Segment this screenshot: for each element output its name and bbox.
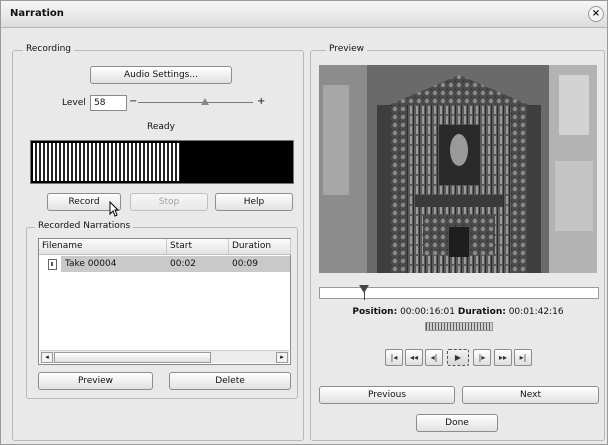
narration-dialog: Narration × Recording Audio Settings... … [0,0,608,445]
audio-level-fill [33,143,180,181]
stop-button[interactable]: Stop [130,193,208,211]
preview-audio-level [425,322,493,331]
duration-value: 00:01:42:16 [508,307,564,317]
status-text: Ready [147,122,175,132]
slider-plus: + [257,96,266,107]
cell-duration: 00:09 [232,259,258,269]
scroll-left-icon[interactable]: ◂ [41,352,53,363]
recorded-narrations-label: Recorded Narrations [35,221,134,231]
preview-group-label: Preview [326,44,368,54]
skip-end-icon[interactable]: ▸| [514,349,532,366]
fast-forward-icon[interactable]: ▸▸ [494,349,512,366]
title-bar: Narration × [1,1,607,28]
next-button[interactable]: Next [462,386,599,404]
timeline-slider[interactable] [319,285,599,300]
level-label: Level [62,98,86,108]
scroll-right-icon[interactable]: ▸ [276,352,288,363]
window-title: Narration [10,8,64,19]
slider-minus: − [129,96,138,107]
video-preview [319,65,597,273]
position-label: Position: [352,307,398,317]
play-icon[interactable]: ▶ [447,349,469,366]
delete-button[interactable]: Delete [169,372,291,390]
cell-start: 00:02 [170,259,196,269]
scroll-thumb[interactable] [54,352,211,363]
done-button[interactable]: Done [416,414,498,432]
narrations-list[interactable]: Filename Start Duration Take 00004 00:02… [38,238,291,365]
step-forward-icon[interactable]: |▸ [473,349,491,366]
level-slider-thumb[interactable] [200,98,209,105]
rewind-icon[interactable]: ◂◂ [405,349,423,366]
position-readout: Position: 00:00:16:01 Duration: 00:01:42… [319,307,597,317]
previous-button[interactable]: Previous [319,386,455,404]
column-header-duration[interactable]: Duration [229,239,291,255]
column-header-start[interactable]: Start [167,239,229,255]
preview-narration-button[interactable]: Preview [38,372,153,390]
close-button[interactable]: × [588,6,604,22]
help-button[interactable]: Help [215,193,293,211]
level-slider-track[interactable] [138,102,253,103]
audio-settings-button[interactable]: Audio Settings... [90,66,232,84]
cell-filename: Take 00004 [65,259,117,269]
column-header-filename[interactable]: Filename [39,239,167,255]
skip-start-icon[interactable]: |◂ [385,349,403,366]
horizontal-scrollbar[interactable]: ◂ ▸ [40,350,289,363]
step-back-icon[interactable]: ◂| [425,349,443,366]
recording-group-label: Recording [23,44,75,54]
level-field[interactable]: 58 [90,95,127,111]
table-row[interactable]: Take 00004 00:02 00:09 [39,256,290,272]
audio-level-meter [30,140,294,184]
preview-image [319,65,597,273]
playhead-line [364,292,366,300]
position-value: 00:00:16:01 [400,307,455,317]
narration-file-icon [48,259,57,270]
duration-label: Duration: [457,307,506,317]
mouse-cursor-icon [109,201,119,217]
